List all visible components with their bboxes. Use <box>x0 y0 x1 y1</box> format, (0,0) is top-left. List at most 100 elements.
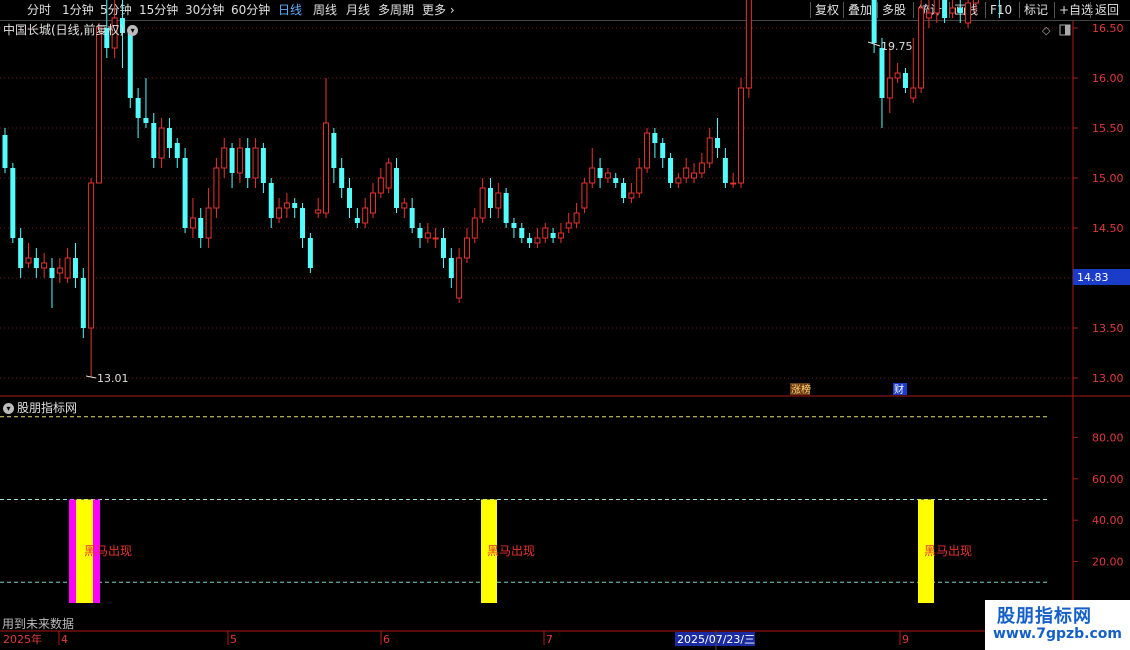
candle-body <box>10 168 16 238</box>
candle-body <box>894 72 901 79</box>
candle-body <box>949 7 956 14</box>
candle-body <box>339 168 345 188</box>
diamond-icon[interactable]: ◇ <box>1042 24 1051 37</box>
kline-chart[interactable]: 19.0018.5018.0017.5017.0016.5016.0015.50… <box>0 0 1130 650</box>
candle-body <box>925 12 932 19</box>
candle-body <box>354 218 360 223</box>
year-label: 2025年 <box>3 632 42 646</box>
candle-body <box>18 238 24 268</box>
candle-body <box>886 77 893 99</box>
candle-body <box>64 257 71 279</box>
candle-body <box>347 188 353 208</box>
price-tick-label: 15.00 <box>1092 172 1124 185</box>
candle-body <box>432 237 439 240</box>
stock-title-text: 中国长城(日线,前复权) <box>3 23 125 37</box>
candle-body <box>205 207 212 239</box>
month-label: 9 <box>902 633 909 646</box>
candle-body <box>902 73 908 88</box>
candle-body <box>745 0 752 89</box>
watermark-name: 股朋指标网 <box>997 606 1092 627</box>
candle-body <box>933 0 940 14</box>
month-label: 7 <box>546 633 553 646</box>
candle-body <box>456 257 463 299</box>
candle-body <box>715 138 721 148</box>
candle-body <box>252 147 259 179</box>
candle-body <box>41 262 48 269</box>
chevron-down-icon[interactable]: ▾ <box>3 403 14 414</box>
indicator-tick-label: 80.00 <box>1092 431 1124 444</box>
price-tick-label: 14.50 <box>1092 222 1124 235</box>
month-label: 4 <box>61 633 68 646</box>
candle-body <box>268 183 274 218</box>
candle-body <box>675 177 682 184</box>
candle-body <box>597 168 603 178</box>
signal-label: 黑马出现 <box>84 544 132 558</box>
candle-body <box>972 0 979 4</box>
candle-body <box>910 87 917 99</box>
candle-body <box>95 27 102 184</box>
candle-body <box>323 122 330 214</box>
candle-body <box>683 167 690 179</box>
candle-body <box>174 143 180 158</box>
candle-body <box>417 228 423 238</box>
candle-body <box>315 209 322 214</box>
candle-body <box>565 222 572 229</box>
candle-body <box>56 267 63 274</box>
candle-body <box>260 148 266 183</box>
candle-body <box>370 192 377 214</box>
chevron-down-icon[interactable]: ▾ <box>127 25 139 36</box>
candle-body <box>691 172 698 179</box>
candle-body <box>730 182 737 185</box>
finance-marker[interactable]: 财 <box>894 383 904 396</box>
candle-body <box>542 227 549 239</box>
candle-body <box>628 192 635 199</box>
candle-body <box>644 132 651 169</box>
price-tick-label: 13.00 <box>1092 372 1124 385</box>
candle-body <box>49 268 55 278</box>
candle-body <box>495 192 502 209</box>
candle-body <box>292 203 298 208</box>
low-label: 13.01 <box>97 372 129 385</box>
candle-body <box>722 158 728 183</box>
candle-body <box>189 217 196 229</box>
candle-body <box>738 87 745 184</box>
candle-body <box>942 0 948 18</box>
candle-body <box>385 162 392 189</box>
candle-body <box>613 178 619 183</box>
candle-body <box>127 33 133 98</box>
candle-body <box>229 148 235 173</box>
candle-body <box>573 212 580 224</box>
candle-body <box>88 182 95 329</box>
indicator-title-text: 股朋指标网 <box>17 401 78 415</box>
candle-body <box>550 233 556 238</box>
candle-body <box>965 2 972 24</box>
price-tick-label: 16.50 <box>1092 22 1124 35</box>
indicator-axis-labels: 80.00 60.00 40.00 20.00 <box>1073 431 1124 569</box>
candle-body <box>377 177 384 194</box>
candle-body <box>918 7 925 89</box>
price-axis-labels: 19.0018.5018.0017.5017.0016.5016.0015.50… <box>1073 22 1124 385</box>
indicator-tick-label: 20.00 <box>1092 556 1124 569</box>
candle-body <box>652 133 658 143</box>
current-price-label: 14.83 <box>1077 271 1109 284</box>
high-label: 19.75 <box>881 40 913 53</box>
month-label: 5 <box>230 633 237 646</box>
candle-body <box>581 182 588 209</box>
candle-body <box>307 238 313 268</box>
candle-body <box>221 147 228 169</box>
candle-body <box>362 207 369 224</box>
candle-body <box>511 223 517 228</box>
watermark-url: www.7gpzb.com <box>993 626 1123 642</box>
candle-body <box>668 158 674 183</box>
candle-body <box>589 167 596 184</box>
indicator-tick-label: 60.00 <box>1092 473 1124 486</box>
candle-body <box>706 137 713 164</box>
candle-body <box>471 217 478 239</box>
candle-body <box>487 188 493 208</box>
candle-body <box>463 237 470 259</box>
signal-bars: 黑马出现 黑马出现 黑马出现 <box>69 499 972 603</box>
candle-body <box>143 118 149 123</box>
limit-up-marker[interactable]: 涨榜 <box>791 383 811 396</box>
candle-body <box>72 258 78 278</box>
signal-label: 黑马出现 <box>487 544 535 558</box>
